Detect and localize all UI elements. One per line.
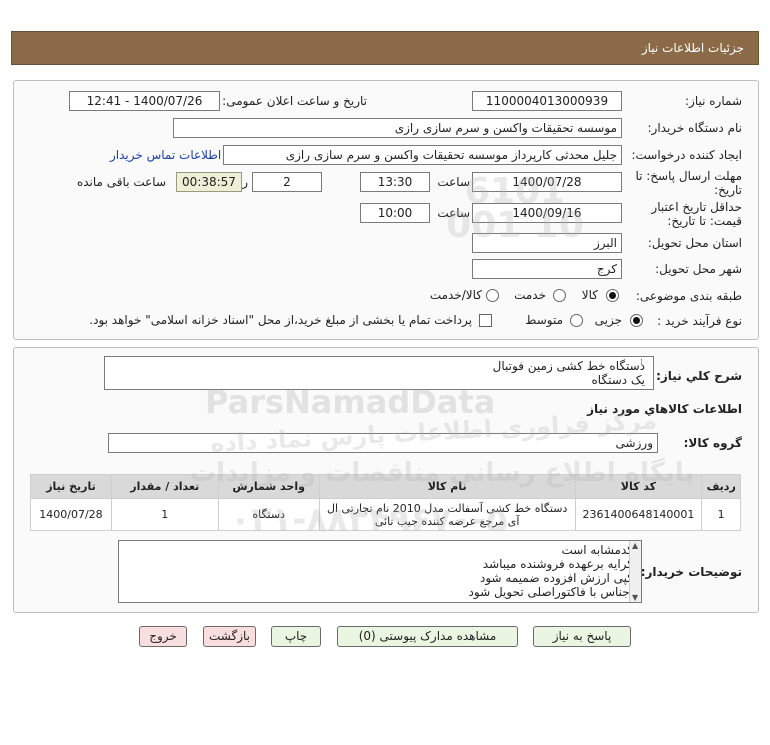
page-title: جزئیات اطلاعات نیاز bbox=[641, 41, 744, 55]
page-header: جزئیات اطلاعات نیاز bbox=[11, 31, 759, 65]
cell-goods-name: دستگاه خط کشی آسفالت مدل 2010 نام تجارتی… bbox=[318, 498, 576, 531]
buyer-contact-link[interactable]: اطلاعات تماس خریدار bbox=[110, 148, 221, 162]
buyer-org-field: موسسه تحقیقات واکسن و سرم سازی رازی bbox=[173, 118, 622, 138]
category-option-service: خدمت bbox=[514, 288, 546, 302]
goods-section-title: اطلاعات کالاهاي مورد نياز bbox=[587, 402, 742, 416]
need-number-label: شماره نیاز: bbox=[685, 94, 742, 108]
cell-quantity: 1 bbox=[110, 498, 219, 531]
buyer-note-line-2: کرایه برعهده فروشنده میباشد bbox=[482, 557, 633, 571]
process-option-medium: متوسط bbox=[525, 313, 563, 327]
city-label: شهر محل تحویل: bbox=[655, 262, 742, 276]
cell-need-date: 1400/07/28 bbox=[30, 498, 112, 531]
process-radio-medium[interactable] bbox=[570, 314, 583, 327]
category-radio-service[interactable] bbox=[553, 289, 566, 302]
goods-group-label: گروه کالا: bbox=[683, 436, 742, 450]
summary-label: شرح کلي نياز: bbox=[656, 369, 742, 383]
announce-field: 1400/07/26 - 12:41 bbox=[69, 91, 220, 111]
reply-deadline-label: مهلت ارسال پاسخ: تا bbox=[635, 169, 742, 183]
attachments-button[interactable]: مشاهده مدارک پیوستی (0) bbox=[337, 626, 518, 647]
city-field: کرج bbox=[472, 259, 622, 279]
col-quantity: تعداد / مقدار bbox=[110, 474, 219, 499]
validity-label: حداقل تاریخ اعتبار bbox=[651, 200, 742, 214]
category-option-goods: کالا bbox=[581, 288, 598, 302]
reply-date-field: 1400/07/28 bbox=[472, 172, 622, 192]
cell-goods-code: 2361400648140001 bbox=[574, 498, 703, 531]
countdown-field: 00:38:57 bbox=[176, 172, 242, 192]
cell-row: 1 bbox=[701, 498, 741, 531]
scroll-down-icon[interactable]: ▼ bbox=[632, 593, 638, 602]
reply-deadline-label-2: تاریخ: bbox=[714, 183, 742, 197]
buyer-notes-textarea[interactable]: کدمشابه است کرایه برعهده فروشنده میباشد … bbox=[118, 540, 642, 603]
summary-line-1: دستگاه خط کشی زمین فوتبال bbox=[492, 359, 645, 373]
buyer-note-line-4: اجناس با فاکتوراصلی تحویل شود bbox=[468, 585, 633, 599]
reply-time-label: ساعت bbox=[437, 175, 470, 189]
province-label: استان محل تحویل: bbox=[647, 236, 742, 250]
scroll-up-icon[interactable]: ▲ bbox=[632, 541, 638, 550]
creator-field: جلیل محدثی کارپرداز موسسه تحقیقات واکسن … bbox=[223, 145, 622, 165]
validity-time-field: 10:00 bbox=[360, 203, 430, 223]
process-label: نوع فرآیند خرید : bbox=[657, 314, 742, 328]
validity-time-label: ساعت bbox=[437, 206, 470, 220]
buyer-note-line-1: کدمشابه است bbox=[561, 543, 633, 557]
goods-table: تاریخ نیاز تعداد / مقدار واحد شمارش نام … bbox=[30, 474, 741, 531]
cell-unit: دستگاه bbox=[217, 498, 320, 531]
validity-label-2: قیمت: تا تاریخ: bbox=[667, 214, 742, 228]
resize-handle-icon: ⁞ bbox=[640, 358, 643, 368]
summary-textarea[interactable]: دستگاه خط کشی زمین فوتبال یک دستگاه bbox=[104, 356, 654, 390]
col-goods-name: نام کالا bbox=[318, 474, 576, 499]
days-field: 2 bbox=[252, 172, 322, 192]
reply-button[interactable]: پاسخ به نیاز bbox=[533, 626, 631, 647]
print-button[interactable]: چاپ bbox=[271, 626, 321, 647]
buyer-notes-label: توضیحات خریدار: bbox=[640, 565, 742, 579]
col-row: ردیف bbox=[701, 474, 741, 499]
province-field: البرز bbox=[472, 233, 622, 253]
creator-label: ایجاد کننده درخواست: bbox=[631, 148, 742, 162]
category-label: طبقه بندی موضوعی: bbox=[635, 289, 742, 303]
treasury-payment-note: پرداخت تمام یا بخشی از مبلغ خرید،از محل … bbox=[89, 313, 472, 327]
summary-line-2: یک دستگاه bbox=[591, 373, 645, 387]
process-radio-minor[interactable] bbox=[630, 314, 643, 327]
process-option-minor: جزیی bbox=[594, 313, 622, 327]
need-number-field: 1100004013000939 bbox=[472, 91, 622, 111]
buyer-org-label: نام دستگاه خریدار: bbox=[647, 121, 743, 135]
category-option-goods-service: کالا/خدمت bbox=[429, 288, 482, 302]
validity-date-field: 1400/09/16 bbox=[472, 203, 622, 223]
goods-group-field: ورزشی bbox=[108, 433, 658, 453]
remaining-label: ساعت باقی مانده bbox=[76, 175, 166, 189]
category-radio-goods-service[interactable] bbox=[486, 289, 499, 302]
back-button[interactable]: بازگشت bbox=[203, 626, 256, 647]
table-row: 1400/07/28 1 دستگاه دستگاه خط کشی آسفالت… bbox=[30, 498, 741, 531]
col-goods-code: کد کالا bbox=[574, 474, 703, 499]
col-need-date: تاریخ نیاز bbox=[30, 474, 112, 499]
exit-button[interactable]: خروج bbox=[139, 626, 187, 647]
goods-table-header: تاریخ نیاز تعداد / مقدار واحد شمارش نام … bbox=[30, 474, 741, 499]
notes-scrollbar[interactable]: ▲ ▼ bbox=[629, 541, 641, 602]
col-unit: واحد شمارش bbox=[217, 474, 320, 499]
announce-label: تاریخ و ساعت اعلان عمومی: bbox=[222, 94, 367, 108]
reply-time-field: 13:30 bbox=[360, 172, 430, 192]
treasury-payment-checkbox[interactable] bbox=[479, 314, 492, 327]
buyer-note-line-3: کپی ارزش افزوده ضمیمه شود bbox=[480, 571, 633, 585]
category-radio-goods[interactable] bbox=[606, 289, 619, 302]
